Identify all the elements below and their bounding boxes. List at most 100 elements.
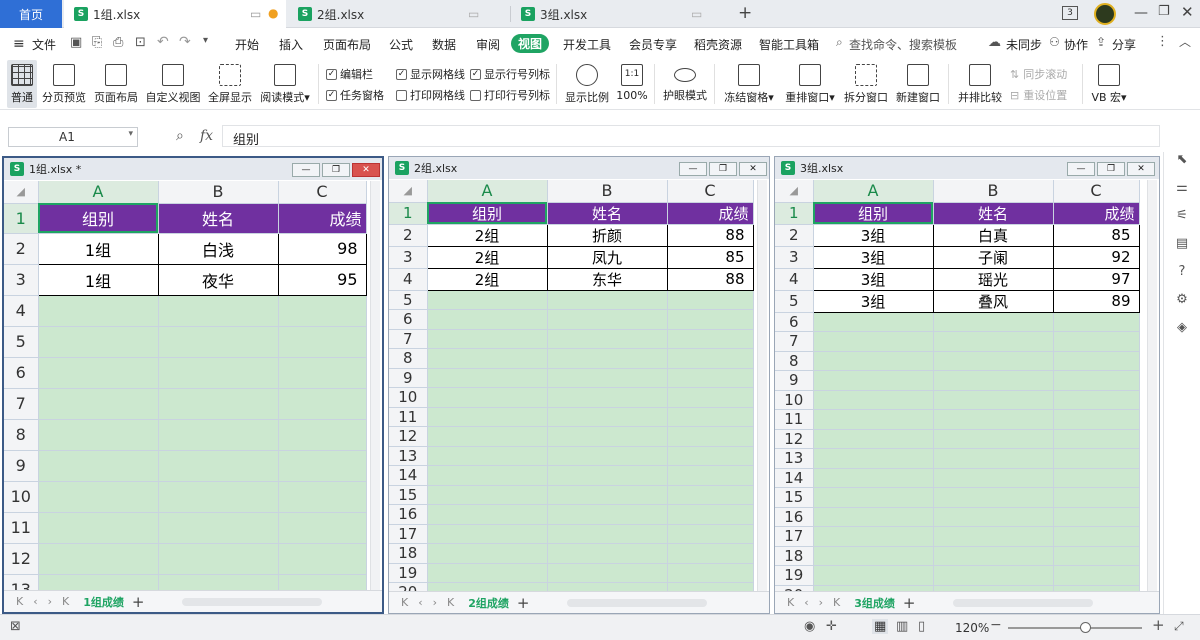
empty-cell[interactable] <box>158 543 279 575</box>
task-pane-checkbox[interactable]: ✓ 任务窗格 <box>326 87 384 103</box>
data-cell[interactable]: 折颜 <box>546 223 668 247</box>
redo-icon[interactable]: ↷ <box>179 34 191 50</box>
empty-cell[interactable] <box>427 485 548 505</box>
empty-cell[interactable] <box>38 450 159 482</box>
data-cell[interactable]: 97 <box>1052 267 1140 291</box>
empty-cell[interactable] <box>933 312 1054 332</box>
sheet-grid[interactable]: ◢ A B C 1 组别 姓名 成绩 2 3组 白真 85 3 3组 子阑 92 4 3组 瑶光 97 5 3组 叠风 89 6… <box>775 180 1140 605</box>
empty-cell[interactable] <box>667 387 754 408</box>
minimize-icon[interactable]: — <box>1134 5 1148 21</box>
empty-cell[interactable] <box>547 504 668 525</box>
zoom-level[interactable]: 120% <box>955 621 989 635</box>
row-header[interactable]: 6 <box>4 357 39 389</box>
empty-cell[interactable] <box>158 481 279 513</box>
data-cell[interactable]: 89 <box>1052 289 1140 313</box>
empty-cell[interactable] <box>1053 351 1140 371</box>
column-header-c[interactable]: C <box>667 180 754 203</box>
print-preview-icon[interactable]: ⊡ <box>135 35 146 50</box>
empty-cell[interactable] <box>38 357 159 389</box>
header-cell[interactable]: 组别 <box>427 202 548 225</box>
empty-cell[interactable] <box>933 409 1054 430</box>
empty-cell[interactable] <box>278 512 367 544</box>
row-header[interactable]: 18 <box>775 546 814 566</box>
empty-cell[interactable] <box>427 446 548 466</box>
empty-cell[interactable] <box>547 426 668 447</box>
row-header[interactable]: 13 <box>775 448 814 469</box>
sync-scroll-button[interactable]: ⇅ 同步滚动 <box>1010 66 1067 82</box>
column-header-b[interactable]: B <box>547 180 668 203</box>
column-header-b[interactable]: B <box>933 180 1054 203</box>
empty-cell[interactable] <box>1053 565 1140 586</box>
macro-button[interactable]: VB 宏▾ <box>1088 60 1130 105</box>
empty-cell[interactable] <box>158 450 279 482</box>
row-header[interactable]: 5 <box>4 326 39 358</box>
data-cell[interactable]: 叠风 <box>932 289 1054 313</box>
page-layout-icon[interactable]: ▥ <box>896 619 908 634</box>
empty-cell[interactable] <box>427 407 548 427</box>
empty-cell[interactable] <box>278 450 367 482</box>
empty-cell[interactable] <box>813 565 934 586</box>
empty-cell[interactable] <box>813 429 934 449</box>
empty-cell[interactable] <box>547 368 668 388</box>
row-header[interactable]: 1 <box>389 202 428 225</box>
empty-cell[interactable] <box>547 407 668 427</box>
window-title-bar[interactable]: S 2组.xlsx — ❐ ✕ <box>389 157 769 179</box>
empty-cell[interactable] <box>427 543 548 564</box>
empty-cell[interactable] <box>1053 331 1140 352</box>
empty-cell[interactable] <box>1053 312 1140 332</box>
empty-cell[interactable] <box>158 512 279 544</box>
column-header-a[interactable]: A <box>427 180 548 203</box>
row-header[interactable]: 11 <box>389 407 428 427</box>
empty-cell[interactable] <box>547 387 668 408</box>
row-header[interactable]: 12 <box>389 426 428 447</box>
zoom-ratio-button[interactable]: 显示比例 <box>564 60 610 105</box>
header-cell[interactable]: 组别 <box>813 202 934 225</box>
empty-cell[interactable] <box>427 309 548 330</box>
row-header[interactable]: 1 <box>4 203 39 234</box>
column-header-a[interactable]: A <box>813 180 934 203</box>
file-tab-3[interactable]: S 3组.xlsx ▭ <box>511 0 731 28</box>
row-header[interactable]: 10 <box>389 387 428 408</box>
zoom-in-button[interactable]: + <box>1152 616 1165 634</box>
zoom-search-icon[interactable]: ⌕ <box>176 128 184 144</box>
column-header-b[interactable]: B <box>158 181 279 204</box>
empty-cell[interactable] <box>158 357 279 389</box>
cell-edit-icon[interactable]: ⊠ <box>10 619 21 634</box>
zoom-100-button[interactable]: 1:1 100% <box>614 60 650 102</box>
properties-icon[interactable]: ⚌ <box>1174 180 1190 196</box>
row-header[interactable]: 14 <box>389 465 428 486</box>
empty-cell[interactable] <box>813 409 934 430</box>
empty-cell[interactable] <box>1053 468 1140 488</box>
empty-cell[interactable] <box>667 309 754 330</box>
fit-screen-icon[interactable]: ⤢ <box>1174 619 1184 634</box>
column-header-c[interactable]: C <box>1053 180 1140 203</box>
data-cell[interactable]: 3组 <box>812 267 934 291</box>
window-restore-button[interactable]: ❐ <box>709 162 737 176</box>
column-header-a[interactable]: A <box>38 181 159 204</box>
row-header[interactable]: 14 <box>775 468 814 488</box>
row-header[interactable]: 3 <box>389 246 428 269</box>
horizontal-scrollbar[interactable] <box>567 598 708 607</box>
save-icon[interactable]: ▣ <box>70 35 82 50</box>
window-title-bar[interactable]: S 3组.xlsx — ❐ ✕ <box>775 157 1159 179</box>
empty-cell[interactable] <box>813 331 934 352</box>
share-button[interactable]: 分享 <box>1112 36 1136 53</box>
restore-icon[interactable]: ❐ <box>1158 4 1170 19</box>
empty-cell[interactable] <box>667 446 754 466</box>
data-cell[interactable]: 2组 <box>426 267 548 291</box>
export-pdf-icon[interactable]: ⎘ <box>92 35 102 50</box>
empty-cell[interactable] <box>1053 507 1140 527</box>
row-header[interactable]: 9 <box>389 368 428 388</box>
row-header[interactable]: 11 <box>775 409 814 430</box>
row-header[interactable]: 7 <box>775 331 814 352</box>
empty-cell[interactable] <box>278 481 367 513</box>
column-header-c[interactable]: C <box>278 181 367 204</box>
empty-cell[interactable] <box>158 295 279 327</box>
empty-cell[interactable] <box>667 543 754 564</box>
empty-cell[interactable] <box>547 563 668 583</box>
data-cell[interactable]: 白真 <box>932 223 1054 247</box>
tools-icon[interactable]: ⚙ <box>1174 292 1190 308</box>
empty-cell[interactable] <box>547 446 668 466</box>
file-tab-1[interactable]: S 1组.xlsx ▭ ● <box>64 0 286 28</box>
sync-status[interactable]: 未同步 <box>1006 36 1042 53</box>
